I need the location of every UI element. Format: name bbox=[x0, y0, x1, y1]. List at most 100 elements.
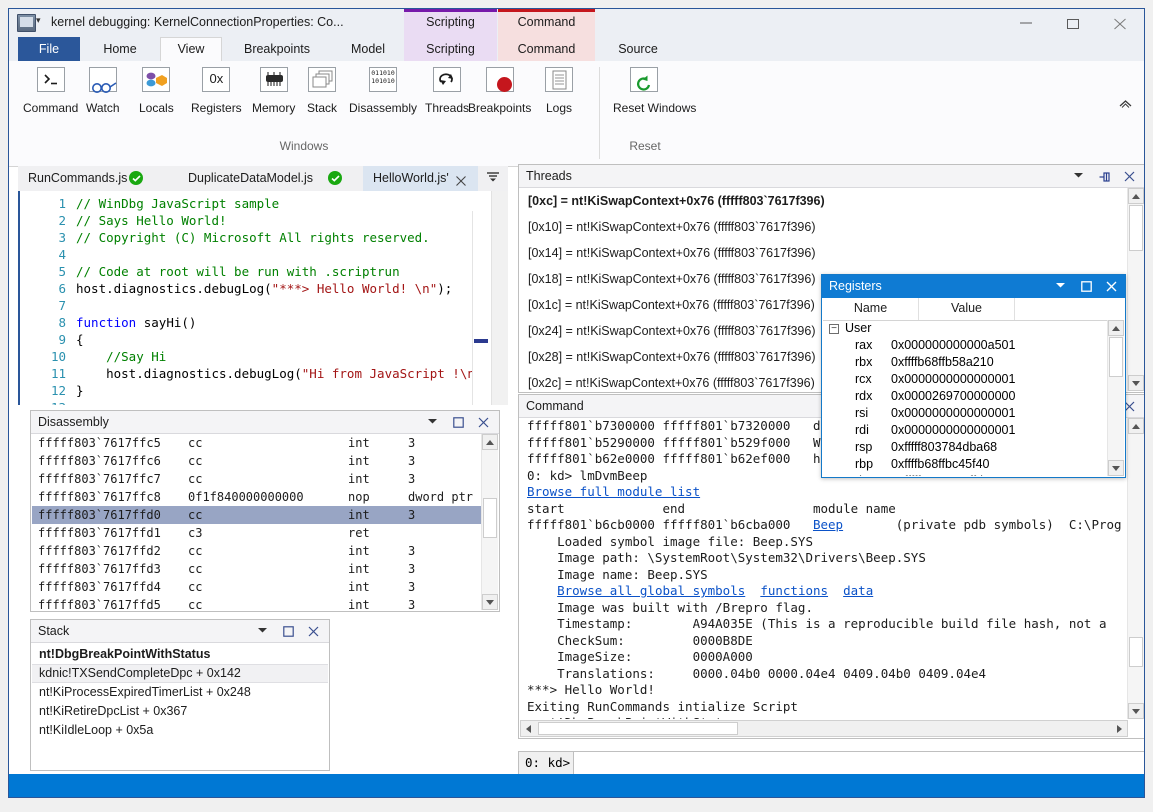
thread-row[interactable]: [0x14] = nt!KiSwapContext+0x76 (fffff803… bbox=[520, 240, 1128, 266]
ribbon-tab-scripting[interactable]: Scripting bbox=[404, 37, 497, 61]
chevron-down-icon[interactable] bbox=[422, 411, 444, 433]
register-row[interactable]: rsp0xfffff803784dba68 bbox=[823, 439, 1107, 456]
command-link[interactable]: data bbox=[843, 583, 873, 598]
registers-column-value[interactable]: Value bbox=[919, 301, 1014, 315]
stack-frame-row[interactable]: nt!KiRetireDpcList + 0x367 bbox=[32, 702, 328, 721]
command-link[interactable]: Browse full module list bbox=[527, 484, 700, 499]
register-row[interactable]: rbp0xffffb68ffbc45f40 bbox=[823, 456, 1107, 473]
minimize-button[interactable] bbox=[1003, 9, 1050, 37]
register-row[interactable]: rbx0xffffb68ffb58a210 bbox=[823, 354, 1107, 371]
ribbon-tab-file[interactable]: File bbox=[18, 37, 80, 61]
ribbon-button-logs[interactable]: Logs bbox=[543, 65, 575, 115]
scroll-down-icon[interactable] bbox=[1128, 703, 1144, 719]
scroll-thumb[interactable] bbox=[1129, 637, 1143, 667]
collapse-expander-icon[interactable]: − bbox=[829, 324, 839, 334]
ribbon-tab-source[interactable]: Source bbox=[599, 37, 677, 61]
disassembly-vertical-scrollbar[interactable] bbox=[481, 434, 498, 610]
scroll-thumb[interactable] bbox=[1109, 337, 1123, 377]
ribbon-tab-model[interactable]: Model bbox=[332, 37, 404, 61]
ribbon-button-reset-windows[interactable]: Reset Windows bbox=[613, 65, 675, 115]
scroll-down-icon[interactable] bbox=[482, 594, 498, 610]
scroll-thumb[interactable] bbox=[538, 722, 738, 735]
thread-row[interactable]: [0x10] = nt!KiSwapContext+0x76 (fffff803… bbox=[520, 214, 1128, 240]
ribbon-button-disassembly[interactable]: 011010101010 Disassembly bbox=[349, 65, 417, 115]
disassembly-row[interactable]: fffff803`7617ffd5ccint3 bbox=[32, 596, 482, 610]
command-link[interactable]: Browse all global symbols bbox=[557, 583, 745, 598]
ribbon-tab-command[interactable]: Command bbox=[498, 37, 595, 61]
ribbon-button-threads[interactable]: Threads bbox=[425, 65, 469, 115]
scroll-down-icon[interactable] bbox=[1108, 460, 1124, 476]
ribbon-button-locals[interactable]: Locals bbox=[139, 65, 174, 115]
stack-frame-row[interactable]: nt!DbgBreakPointWithStatus bbox=[32, 645, 328, 664]
editor-tab-runcommands[interactable]: RunCommands.js bbox=[18, 166, 178, 191]
ribbon-button-memory[interactable]: Memory bbox=[252, 65, 295, 115]
threads-vertical-scrollbar[interactable] bbox=[1127, 188, 1144, 391]
chevron-down-icon[interactable]: ▾ bbox=[36, 16, 41, 25]
scroll-up-icon[interactable] bbox=[1128, 418, 1144, 434]
maximize-button[interactable] bbox=[1050, 9, 1097, 37]
register-row[interactable]: rsi0x0000000000000001 bbox=[823, 405, 1107, 422]
ribbon-button-registers[interactable]: 0x Registers bbox=[191, 65, 242, 115]
scroll-up-icon[interactable] bbox=[1128, 188, 1144, 204]
command-link[interactable]: functions bbox=[760, 583, 828, 598]
command-vertical-scrollbar[interactable] bbox=[1127, 418, 1144, 719]
command-horizontal-scrollbar[interactable] bbox=[520, 720, 1128, 737]
registers-list[interactable]: −Userrax0x000000000000a501rbx0xffffb68ff… bbox=[823, 320, 1107, 476]
disassembly-row[interactable]: fffff803`7617ffd0ccint3 bbox=[32, 506, 482, 524]
register-row[interactable]: rcx0x0000000000000001 bbox=[823, 371, 1107, 388]
stack-list[interactable]: nt!DbgBreakPointWithStatuskdnic!TXSendCo… bbox=[32, 643, 328, 769]
close-icon[interactable] bbox=[1101, 275, 1123, 297]
ribbon-tab-breakpoints[interactable]: Breakpoints bbox=[222, 37, 332, 61]
disassembly-row[interactable]: fffff803`7617ffc5ccint3 bbox=[32, 434, 482, 452]
thread-row[interactable]: [0xc] = nt!KiSwapContext+0x76 (fffff803`… bbox=[520, 188, 1128, 214]
registers-group-user[interactable]: −User bbox=[823, 320, 1107, 337]
ribbon-tab-view[interactable]: View bbox=[160, 37, 222, 61]
stack-frame-row[interactable]: kdnic!TXSendCompleteDpc + 0x142 bbox=[32, 664, 328, 683]
close-icon[interactable] bbox=[303, 620, 325, 642]
disassembly-list[interactable]: fffff803`7617ffc5ccint3fffff803`7617ffc6… bbox=[32, 434, 482, 610]
stack-frame-row[interactable]: nt!KiIdleLoop + 0x5a bbox=[32, 721, 328, 740]
ribbon-button-stack[interactable]: Stack bbox=[306, 65, 338, 115]
tab-list-icon[interactable] bbox=[486, 171, 502, 187]
maximize-icon[interactable] bbox=[448, 411, 470, 433]
scroll-thumb[interactable] bbox=[483, 498, 497, 538]
disassembly-row[interactable]: fffff803`7617ffc7ccint3 bbox=[32, 470, 482, 488]
maximize-icon[interactable] bbox=[278, 620, 300, 642]
register-row[interactable]: rip0xfffff8037617ffd0 bbox=[823, 473, 1107, 476]
disassembly-row[interactable]: fffff803`7617ffd2ccint3 bbox=[32, 542, 482, 560]
ribbon-button-breakpoints[interactable]: Breakpoints bbox=[468, 65, 531, 115]
ribbon-tab-home[interactable]: Home bbox=[80, 37, 160, 61]
scroll-left-icon[interactable] bbox=[521, 721, 537, 736]
ribbon-button-watch[interactable]: Watch bbox=[86, 65, 120, 115]
register-row[interactable]: rdx0x0000269700000000 bbox=[823, 388, 1107, 405]
close-button[interactable] bbox=[1097, 9, 1144, 37]
code-editor[interactable]: 1// WinDbg JavaScript sample2// Says Hel… bbox=[18, 191, 508, 405]
close-icon[interactable] bbox=[473, 411, 495, 433]
close-icon[interactable] bbox=[1119, 165, 1141, 187]
stack-frame-row[interactable]: nt!KiProcessExpiredTimerList + 0x248 bbox=[32, 683, 328, 702]
command-link[interactable]: Beep bbox=[813, 517, 843, 532]
scroll-thumb[interactable] bbox=[1129, 205, 1143, 251]
editor-tab-helloworld[interactable]: HelloWorld.js' bbox=[363, 166, 478, 191]
editor-tab-close-icon[interactable] bbox=[455, 171, 471, 187]
command-input[interactable] bbox=[575, 752, 1145, 776]
disassembly-row[interactable]: fffff803`7617ffc80f1f840000000000nopdwor… bbox=[32, 488, 482, 506]
disassembly-row[interactable]: fffff803`7617ffc6ccint3 bbox=[32, 452, 482, 470]
registers-column-name[interactable]: Name bbox=[823, 301, 918, 315]
ribbon-collapse-icon[interactable] bbox=[1119, 99, 1132, 111]
disassembly-row[interactable]: fffff803`7617ffd4ccint3 bbox=[32, 578, 482, 596]
registers-vertical-scrollbar[interactable] bbox=[1107, 320, 1124, 476]
editor-tab-duplicatedatamodel[interactable]: DuplicateDataModel.js bbox=[178, 166, 363, 191]
scroll-down-icon[interactable] bbox=[1128, 375, 1144, 391]
pin-icon[interactable] bbox=[1094, 165, 1116, 187]
ribbon-button-command[interactable]: Command bbox=[23, 65, 78, 115]
scroll-up-icon[interactable] bbox=[1108, 320, 1124, 336]
maximize-icon[interactable] bbox=[1076, 275, 1098, 297]
register-row[interactable]: rax0x000000000000a501 bbox=[823, 337, 1107, 354]
chevron-down-icon[interactable] bbox=[252, 620, 274, 642]
disassembly-row[interactable]: fffff803`7617ffd3ccint3 bbox=[32, 560, 482, 578]
chevron-down-icon[interactable] bbox=[1068, 165, 1090, 187]
scroll-up-icon[interactable] bbox=[482, 434, 498, 450]
register-row[interactable]: rdi0x0000000000000001 bbox=[823, 422, 1107, 439]
scroll-right-icon[interactable] bbox=[1111, 721, 1127, 736]
